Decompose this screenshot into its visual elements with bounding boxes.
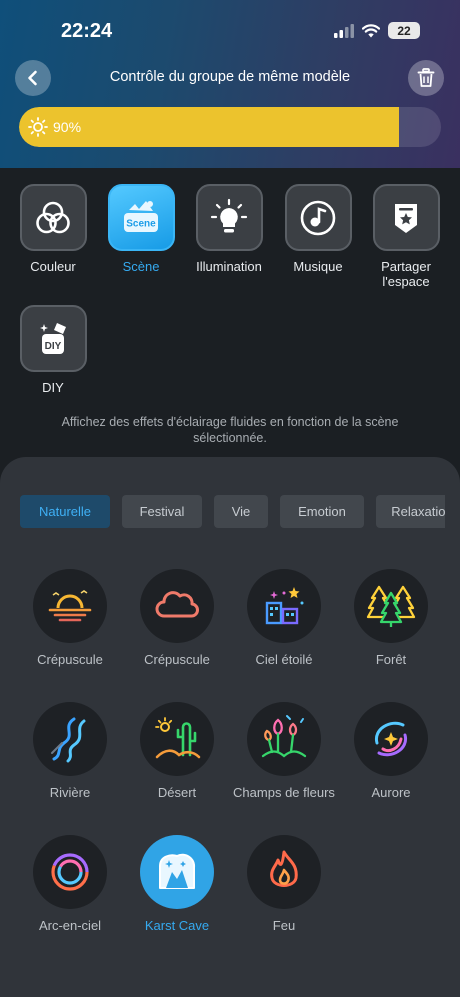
- nav-bar: Contrôle du groupe de même modèle: [0, 58, 460, 98]
- music-icon: [300, 200, 336, 235]
- desert-icon: [155, 717, 201, 759]
- scene-river[interactable]: Rivière: [15, 702, 125, 800]
- status-icons: 22: [334, 22, 420, 39]
- diy-badge-text: DIY: [45, 341, 62, 352]
- mode-label: Scène: [122, 259, 160, 274]
- scene-circle: [33, 702, 107, 776]
- page-title: Contrôle du groupe de même modèle: [109, 69, 351, 85]
- mode-scene[interactable]: Scene Scène: [96, 184, 186, 274]
- scene-label: Rivière: [49, 785, 91, 800]
- chevron-left-icon: [28, 70, 37, 86]
- mode-tile: [19, 184, 87, 251]
- scene-label: Karst Cave: [144, 918, 210, 933]
- scene-desert[interactable]: Désert: [122, 702, 232, 800]
- scene-starry-sky[interactable]: Ciel étoilé: [229, 569, 339, 667]
- scene-aurora[interactable]: Aurore: [336, 702, 446, 800]
- aurora-icon: [374, 721, 408, 757]
- mode-illumination[interactable]: Illumination: [184, 184, 274, 274]
- scene-label: Arc-en-ciel: [38, 918, 102, 933]
- scene-circle: [247, 835, 321, 909]
- tab-festival[interactable]: Festival: [122, 495, 202, 528]
- starry-sky-icon: [265, 587, 304, 625]
- scene-cloud[interactable]: Crépuscule: [122, 569, 232, 667]
- mode-music[interactable]: Musique: [273, 184, 363, 274]
- fire-icon: [270, 850, 298, 887]
- scene-label: Champs de fleurs: [233, 785, 335, 800]
- scene-label: Feu: [272, 918, 296, 933]
- mode-tile: Scene: [107, 184, 175, 251]
- scene-label: Forêt: [375, 652, 407, 667]
- scene-circle: [247, 569, 321, 643]
- scene-badge-text: Scene: [126, 218, 156, 229]
- scene-circle: [140, 702, 214, 776]
- scene-karst-cave[interactable]: Karst Cave: [122, 835, 232, 933]
- scene-sunset[interactable]: Crépuscule: [15, 569, 125, 667]
- tab-emotion[interactable]: Emotion: [280, 495, 364, 528]
- scene-hint-text: Affichez des effets d'éclairage fluides …: [61, 415, 399, 445]
- flower-field-icon: [261, 715, 307, 758]
- wifi-icon: [362, 23, 380, 37]
- scene-circle: [33, 835, 107, 909]
- category-tabs: Naturelle Festival Vie Emotion Relaxatio…: [20, 495, 445, 529]
- scene-label: Crépuscule: [37, 652, 103, 667]
- scene-label: Ciel étoilé: [255, 652, 313, 667]
- scene-forest[interactable]: Forêt: [336, 569, 446, 667]
- sunset-icon: [48, 590, 92, 622]
- scene-circle: [354, 569, 428, 643]
- scene-sheet: Naturelle Festival Vie Emotion Relaxatio…: [0, 457, 460, 997]
- mode-label: Couleur: [30, 259, 76, 274]
- scene-label: Aurore: [371, 785, 411, 800]
- scene-circle: [247, 702, 321, 776]
- scene-label: Désert: [157, 785, 197, 800]
- status-bar: 22:24 22: [0, 0, 460, 60]
- mode-color[interactable]: Couleur: [8, 184, 98, 274]
- delete-button[interactable]: [408, 60, 444, 96]
- back-button[interactable]: [15, 60, 51, 96]
- status-time: 22:24: [61, 20, 113, 42]
- scene-label: Crépuscule: [144, 652, 210, 667]
- mode-tile: [195, 184, 263, 251]
- scene-rainbow[interactable]: Arc-en-ciel: [15, 835, 125, 933]
- color-circles-icon: [36, 201, 70, 233]
- scene-circle: [140, 835, 214, 909]
- tab-naturelle[interactable]: Naturelle: [20, 495, 110, 528]
- scene-flower-field[interactable]: Champs de fleurs: [229, 702, 339, 800]
- mode-label: Illumination: [196, 259, 262, 274]
- mode-diy[interactable]: DIY DIY: [8, 305, 98, 395]
- rainbow-icon: [51, 853, 89, 891]
- mode-share-space[interactable]: Partager l'espace: [361, 184, 451, 289]
- forest-icon: [366, 585, 416, 627]
- scene-circle: [33, 569, 107, 643]
- share-space-icon: [395, 203, 417, 233]
- cloud-icon: [155, 591, 199, 618]
- trash-icon: [417, 68, 435, 87]
- tab-relaxation[interactable]: Relaxation: [376, 495, 445, 528]
- sun-icon: [28, 117, 48, 137]
- mode-tile: [372, 184, 440, 251]
- scene-fire[interactable]: Feu: [229, 835, 339, 933]
- brightness-slider[interactable]: 90%: [19, 107, 441, 147]
- mode-tile: [284, 184, 352, 251]
- karst-cave-icon: [159, 853, 196, 889]
- river-icon: [51, 717, 86, 763]
- scene-icon: Scene: [124, 200, 158, 232]
- diy-icon: DIY: [40, 322, 66, 354]
- scene-circle: [354, 702, 428, 776]
- scene-circle: [140, 569, 214, 643]
- mode-label: Partager l'espace: [381, 259, 431, 289]
- lightbulb-icon: [210, 198, 248, 232]
- mode-tile: DIY: [19, 305, 87, 372]
- mode-label: Musique: [293, 259, 343, 274]
- battery-indicator: 22: [388, 22, 420, 39]
- mode-label: DIY: [42, 380, 64, 395]
- tab-vie[interactable]: Vie: [214, 495, 268, 528]
- brightness-value: 90%: [53, 119, 82, 135]
- signal-icon: [334, 23, 354, 38]
